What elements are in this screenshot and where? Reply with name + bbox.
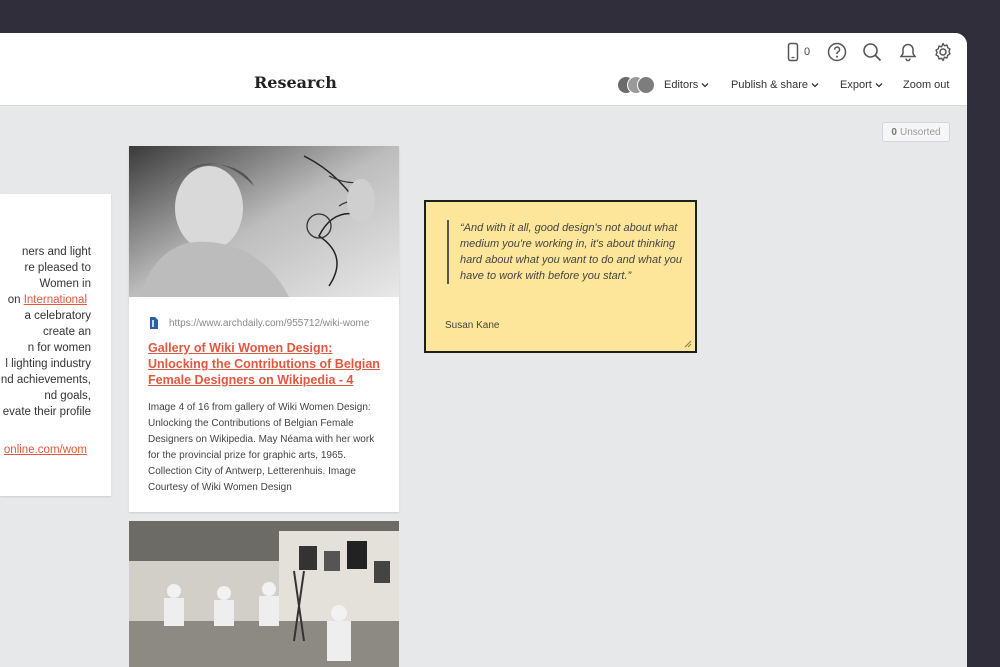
top-bar: Research 0 Editors Publish & share Expor… bbox=[0, 33, 967, 106]
text-line: nd achievements, bbox=[0, 374, 91, 386]
text-line: a celebratory bbox=[24, 310, 91, 322]
text-line: Women in bbox=[39, 278, 91, 290]
text-line: n for women bbox=[27, 342, 91, 354]
archdaily-favicon-icon bbox=[150, 317, 158, 329]
quote-note[interactable]: “And with it all, good design's not abou… bbox=[424, 200, 697, 353]
zoom-out-button[interactable]: Zoom out bbox=[903, 79, 949, 91]
zoom-out-label: Zoom out bbox=[903, 79, 950, 91]
international-link[interactable]: International bbox=[24, 294, 87, 306]
export-menu[interactable]: Export bbox=[840, 79, 883, 91]
quote-author: Susan Kane bbox=[445, 320, 500, 331]
device-icon[interactable] bbox=[782, 41, 804, 63]
help-icon[interactable] bbox=[826, 41, 848, 63]
unsorted-count: 0 bbox=[891, 126, 897, 138]
chevron-down-icon bbox=[701, 83, 709, 88]
editors-label: Editors bbox=[664, 79, 699, 91]
unsorted-label: Unsorted bbox=[899, 126, 941, 138]
link-card[interactable]: https://www.archdaily.com/955712/wiki-wo… bbox=[129, 146, 399, 512]
text-card-body: ners and light re pleased to Women in on… bbox=[0, 244, 111, 420]
text-fragment: on bbox=[7, 294, 24, 306]
chevron-down-icon bbox=[875, 83, 883, 88]
link-source: https://www.archdaily.com/955712/wiki-wo… bbox=[148, 316, 388, 330]
export-label: Export bbox=[840, 79, 872, 91]
board-title[interactable]: Research bbox=[254, 73, 337, 92]
gear-icon[interactable] bbox=[932, 41, 954, 63]
text-card-url-link[interactable]: online.com/wom bbox=[0, 444, 111, 456]
editors-menu[interactable]: Editors bbox=[664, 79, 709, 91]
source-url: https://www.archdaily.com/955712/wiki-wo… bbox=[169, 317, 370, 329]
publish-share-menu[interactable]: Publish & share bbox=[731, 79, 819, 91]
text-line: ners and light bbox=[21, 246, 91, 258]
editor-avatars[interactable] bbox=[617, 76, 657, 96]
text-line: l lighting industry bbox=[5, 358, 91, 370]
resize-handle-icon[interactable] bbox=[684, 340, 692, 348]
quote-text: “And with it all, good design's not abou… bbox=[447, 220, 687, 284]
link-title[interactable]: Gallery of Wiki Women Design: Unlocking … bbox=[148, 340, 388, 388]
link-description: Image 4 of 16 from gallery of Wiki Women… bbox=[148, 402, 375, 493]
device-count: 0 bbox=[804, 46, 811, 58]
text-line: evate their profile bbox=[2, 406, 91, 418]
image-card-photo bbox=[129, 521, 399, 667]
text-line: re pleased to bbox=[24, 262, 92, 274]
publish-share-label: Publish & share bbox=[731, 79, 809, 91]
image-card[interactable] bbox=[129, 521, 399, 667]
avatar bbox=[637, 76, 655, 94]
chevron-down-icon bbox=[811, 83, 819, 88]
text-line: create an bbox=[43, 326, 91, 338]
link-card-image bbox=[129, 146, 399, 297]
text-line: on International bbox=[0, 292, 111, 308]
board-window: Research 0 Editors Publish & share Expor… bbox=[0, 33, 967, 667]
unsorted-button[interactable]: 0 Unsorted bbox=[882, 122, 950, 142]
text-card[interactable]: ners and light re pleased to Women in on… bbox=[0, 194, 111, 496]
search-icon[interactable] bbox=[861, 41, 883, 63]
bell-icon[interactable] bbox=[897, 41, 919, 63]
text-line: nd goals, bbox=[44, 390, 91, 402]
